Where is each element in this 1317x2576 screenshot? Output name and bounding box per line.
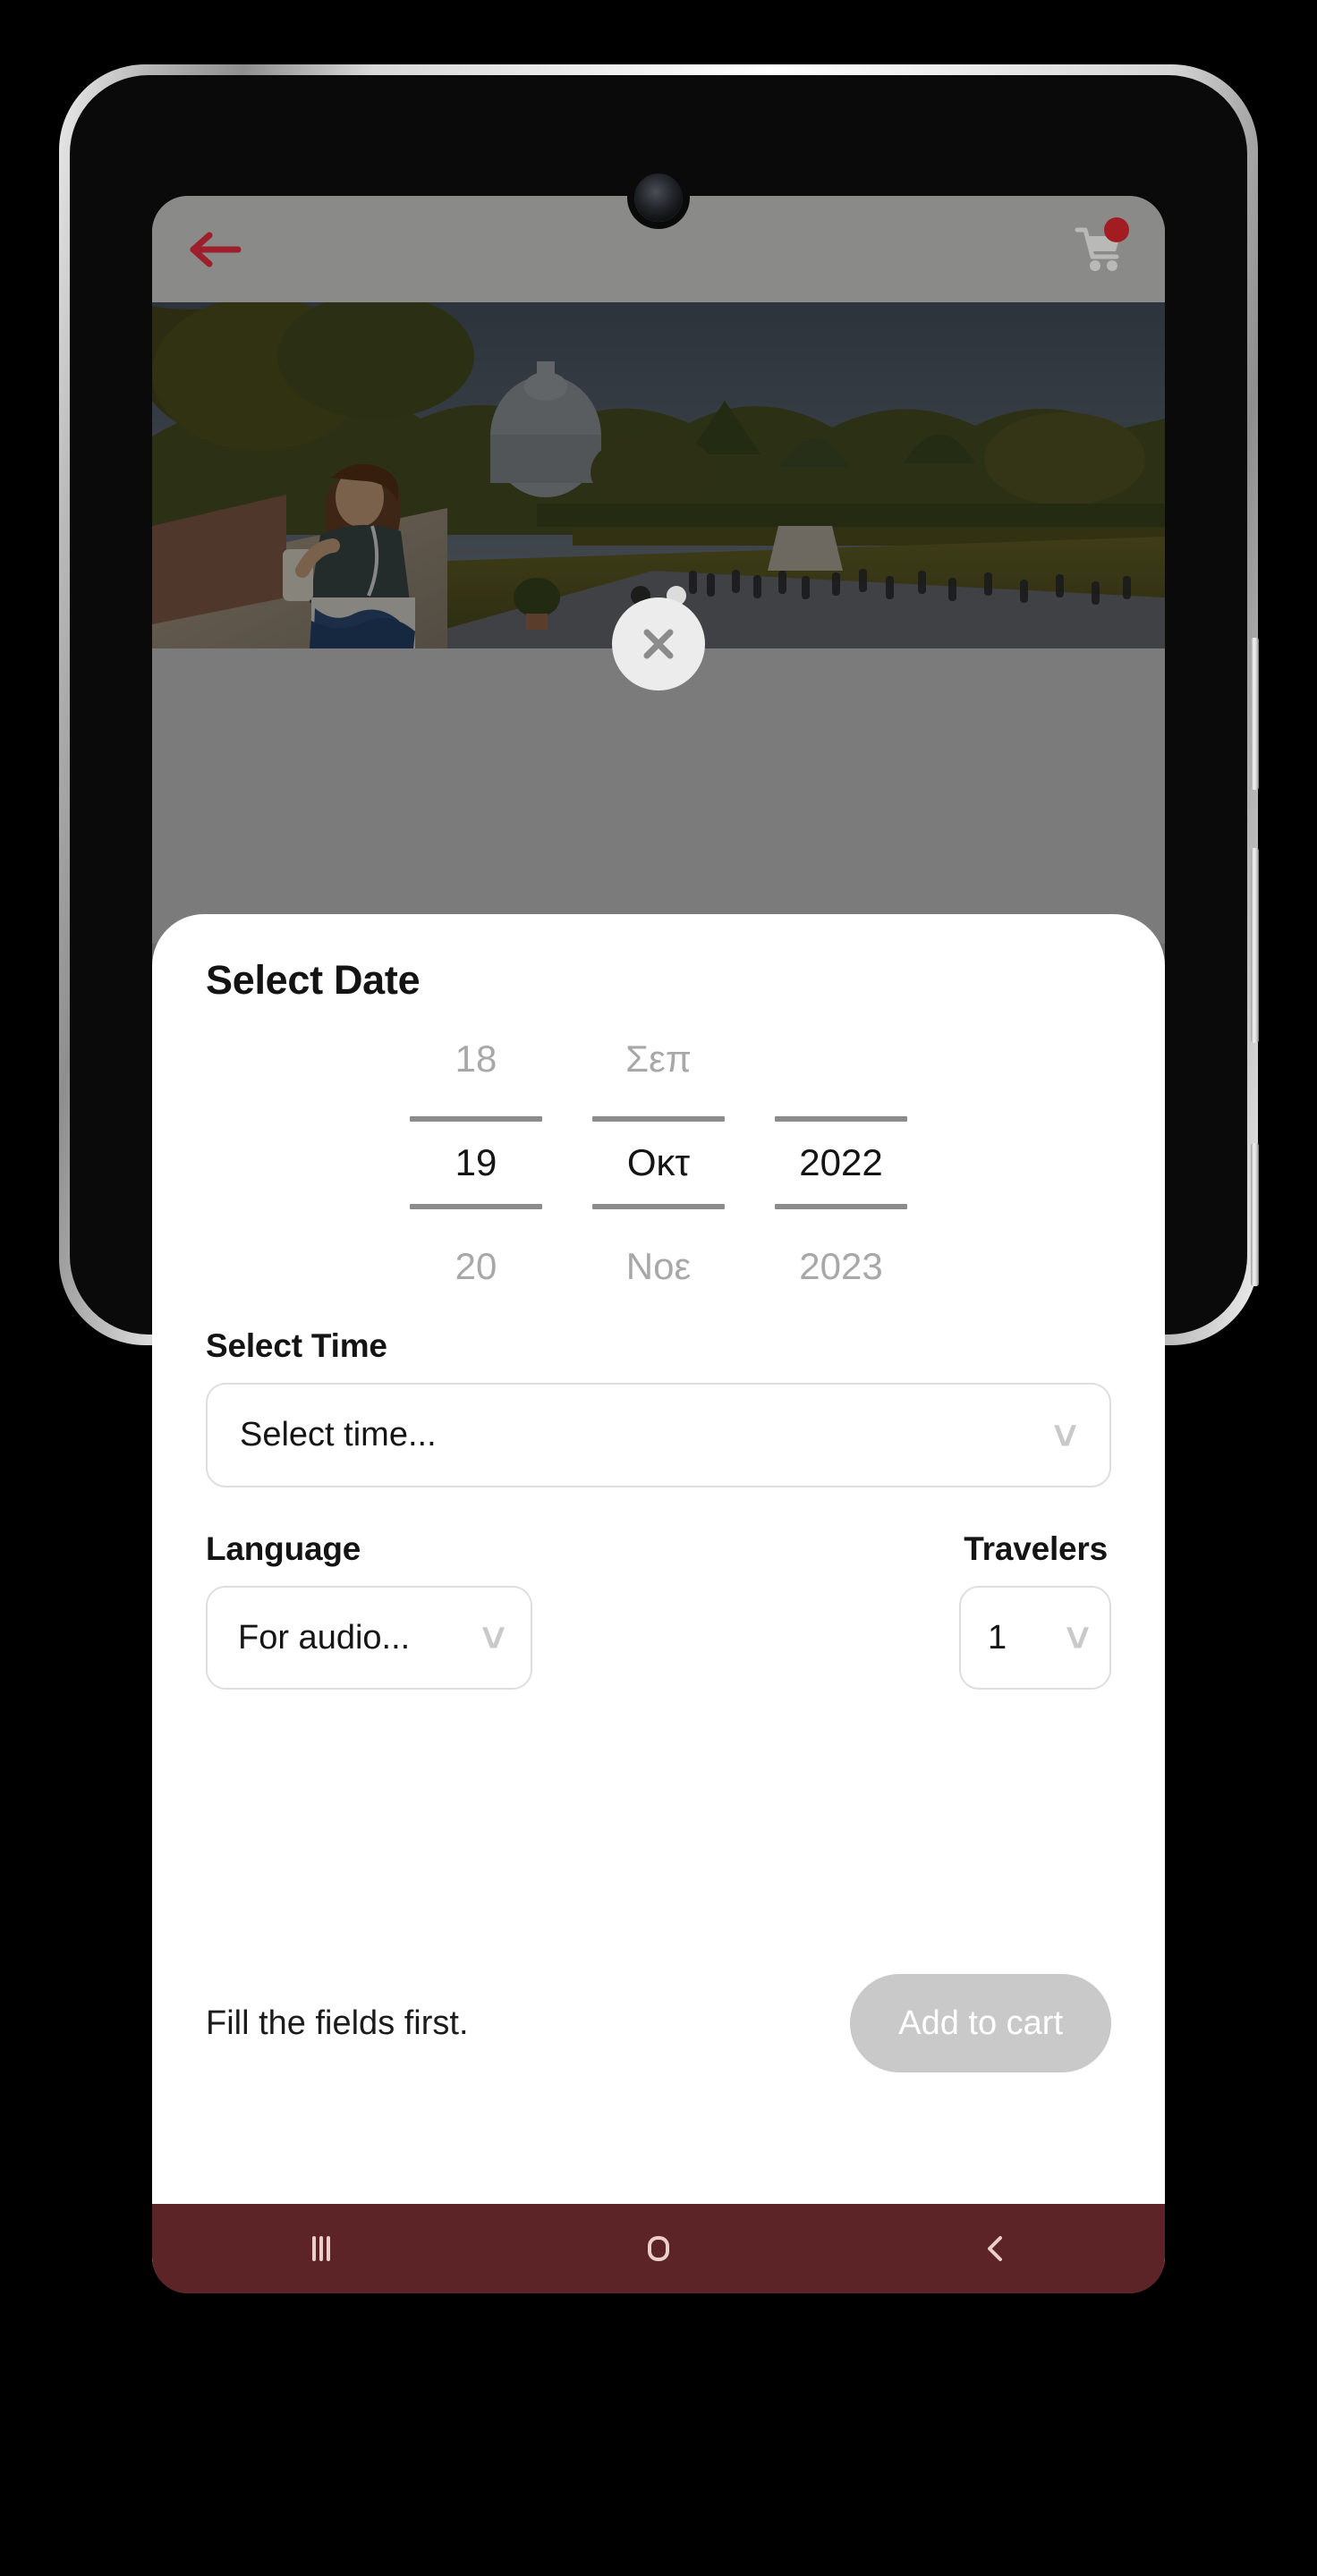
close-modal-button[interactable] bbox=[612, 597, 705, 691]
year-previous[interactable] bbox=[750, 1018, 932, 1100]
cart-badge bbox=[1104, 217, 1129, 242]
day-previous[interactable]: 18 bbox=[385, 1018, 567, 1100]
language-value: For audio... bbox=[238, 1618, 411, 1657]
back-icon[interactable] bbox=[942, 2213, 1049, 2284]
year-selected[interactable]: 2022 bbox=[750, 1122, 932, 1204]
phone-side-button-middle[interactable] bbox=[1251, 848, 1259, 1043]
select-date-heading: Select Date bbox=[206, 957, 421, 1003]
chevron-down-icon: ˅ bbox=[1053, 1411, 1077, 1459]
shopping-cart-button[interactable] bbox=[1072, 217, 1129, 276]
select-time-label: Select Time bbox=[206, 1327, 387, 1364]
phone-side-button-bottom[interactable] bbox=[1251, 1143, 1259, 1286]
sheet-footer: Fill the fields first. Add to cart bbox=[206, 1974, 1111, 2072]
travelers-value: 1 bbox=[988, 1618, 1007, 1657]
language-dropdown[interactable]: For audio... ˅ bbox=[206, 1586, 532, 1690]
year-next[interactable]: 2023 bbox=[750, 1225, 932, 1308]
booking-bottom-sheet: Select Date 18 19 20 Σεπ Οκτ Νοε 2022 20… bbox=[152, 914, 1165, 2267]
close-x-icon bbox=[643, 629, 674, 659]
chevron-down-icon: ˅ bbox=[481, 1614, 506, 1661]
select-time-dropdown[interactable]: Select time... ˅ bbox=[206, 1383, 1111, 1487]
modal-scrim[interactable] bbox=[152, 648, 1165, 944]
back-arrow-icon[interactable] bbox=[190, 230, 242, 269]
phone-screen: Select Date 18 19 20 Σεπ Οκτ Νοε 2022 20… bbox=[152, 196, 1165, 2293]
recents-icon[interactable] bbox=[268, 2213, 375, 2284]
month-next[interactable]: Νοε bbox=[567, 1225, 750, 1308]
month-previous[interactable]: Σεπ bbox=[567, 1018, 750, 1100]
travelers-group: Travelers 1 ˅ bbox=[959, 1530, 1111, 1690]
android-navigation-bar bbox=[152, 2204, 1165, 2293]
month-rule-bottom bbox=[592, 1204, 725, 1209]
year-rule-bottom bbox=[775, 1204, 907, 1209]
month-selected[interactable]: Οκτ bbox=[567, 1122, 750, 1204]
language-group: Language For audio... ˅ bbox=[206, 1530, 635, 1690]
validation-hint: Fill the fields first. bbox=[206, 2004, 469, 2042]
date-picker-year-column[interactable]: 2022 2023 bbox=[750, 1018, 932, 1308]
language-travelers-row: Language For audio... ˅ Travelers 1 ˅ bbox=[206, 1530, 1111, 1690]
travelers-dropdown[interactable]: 1 ˅ bbox=[959, 1586, 1111, 1690]
tour-photo-gallery[interactable] bbox=[152, 302, 1165, 648]
front-camera-punch-hole bbox=[634, 174, 683, 222]
date-picker[interactable]: 18 19 20 Σεπ Οκτ Νοε 2022 2023 bbox=[206, 1018, 1111, 1308]
day-selected[interactable]: 19 bbox=[385, 1122, 567, 1204]
phone-side-button-top[interactable] bbox=[1251, 638, 1259, 790]
add-to-cart-button[interactable]: Add to cart bbox=[850, 1974, 1111, 2072]
date-picker-day-column[interactable]: 18 19 20 bbox=[385, 1018, 567, 1308]
date-picker-month-column[interactable]: Σεπ Οκτ Νοε bbox=[567, 1018, 750, 1308]
language-label: Language bbox=[206, 1530, 361, 1567]
day-next[interactable]: 20 bbox=[385, 1225, 567, 1308]
travelers-label: Travelers bbox=[964, 1530, 1108, 1567]
day-rule-bottom bbox=[410, 1204, 542, 1209]
home-icon[interactable] bbox=[605, 2213, 712, 2284]
chevron-down-icon: ˅ bbox=[1066, 1614, 1090, 1661]
select-time-value: Select time... bbox=[240, 1416, 437, 1453]
